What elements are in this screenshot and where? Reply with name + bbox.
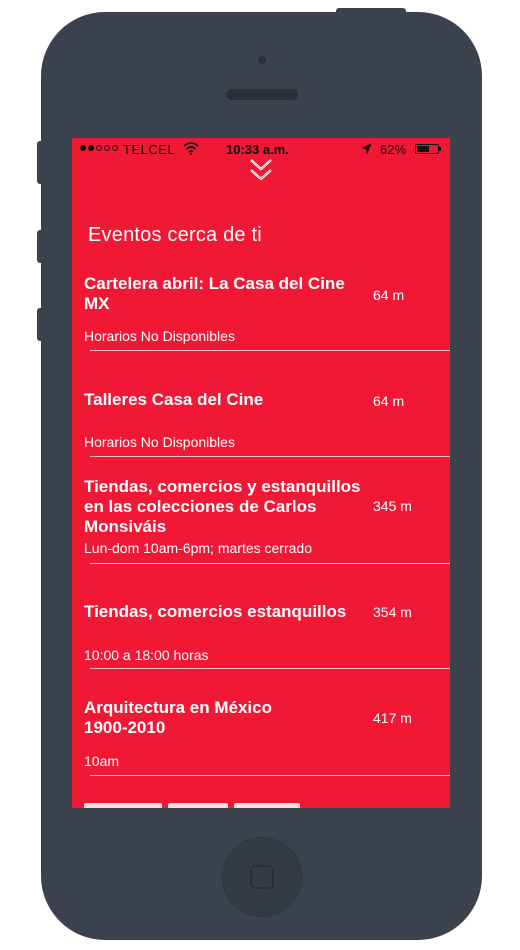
signal-dot: [88, 145, 94, 151]
home-square-icon: [250, 865, 274, 889]
event-title: Talleres Casa del Cine: [84, 390, 264, 409]
signal-dot: [104, 145, 110, 151]
event-schedule: Horarios No Disponibles: [84, 328, 235, 344]
battery-percentage: 62%: [380, 142, 407, 157]
event-title: Tiendas, comercios estanquillos: [84, 602, 347, 621]
front-camera: [258, 56, 266, 64]
clock: 10:33 a.m.: [226, 142, 289, 157]
carrier-name: TELCEL: [123, 142, 176, 157]
signal-dot: [96, 145, 102, 151]
next-event-peek: [84, 800, 314, 808]
divider: [90, 563, 450, 564]
signal-strength-icon: [80, 145, 118, 151]
event-distance: 417 m: [373, 710, 412, 726]
app-screen: TELCEL 10:33 a.m. 62% Eventos cerca de t…: [72, 138, 450, 808]
home-button[interactable]: [222, 837, 302, 917]
wifi-icon: [183, 142, 199, 155]
divider: [90, 350, 450, 351]
battery-level-fill: [417, 146, 429, 152]
divider: [90, 775, 450, 776]
event-title: Tiendas, comercios y estanquillos en las…: [84, 477, 361, 536]
signal-dot: [80, 145, 86, 151]
divider: [90, 456, 450, 457]
event-distance: 354 m: [373, 604, 412, 620]
event-distance: 345 m: [373, 498, 412, 514]
section-title: Eventos cerca de ti: [88, 224, 262, 246]
battery-icon: [415, 144, 439, 154]
event-distance: 64 m: [373, 287, 405, 303]
event-schedule: 10:00 a 18:00 horas: [84, 647, 209, 663]
event-schedule: Horarios No Disponibles: [84, 434, 235, 450]
location-arrow-icon: [361, 143, 372, 155]
event-title: Cartelera abril: La Casa del Cine MX: [84, 274, 345, 313]
event-schedule: Lun-dom 10am-6pm; martes cerrado: [84, 540, 312, 556]
event-title: Arquitectura en México 1900-2010: [84, 698, 272, 737]
event-distance: 64 m: [373, 393, 405, 409]
battery-tip: [439, 147, 441, 151]
event-schedule: 10am: [84, 753, 120, 769]
double-chevron-down-icon[interactable]: [248, 157, 274, 185]
divider: [90, 668, 450, 669]
signal-dot: [112, 145, 118, 151]
earpiece-speaker: [226, 89, 298, 100]
